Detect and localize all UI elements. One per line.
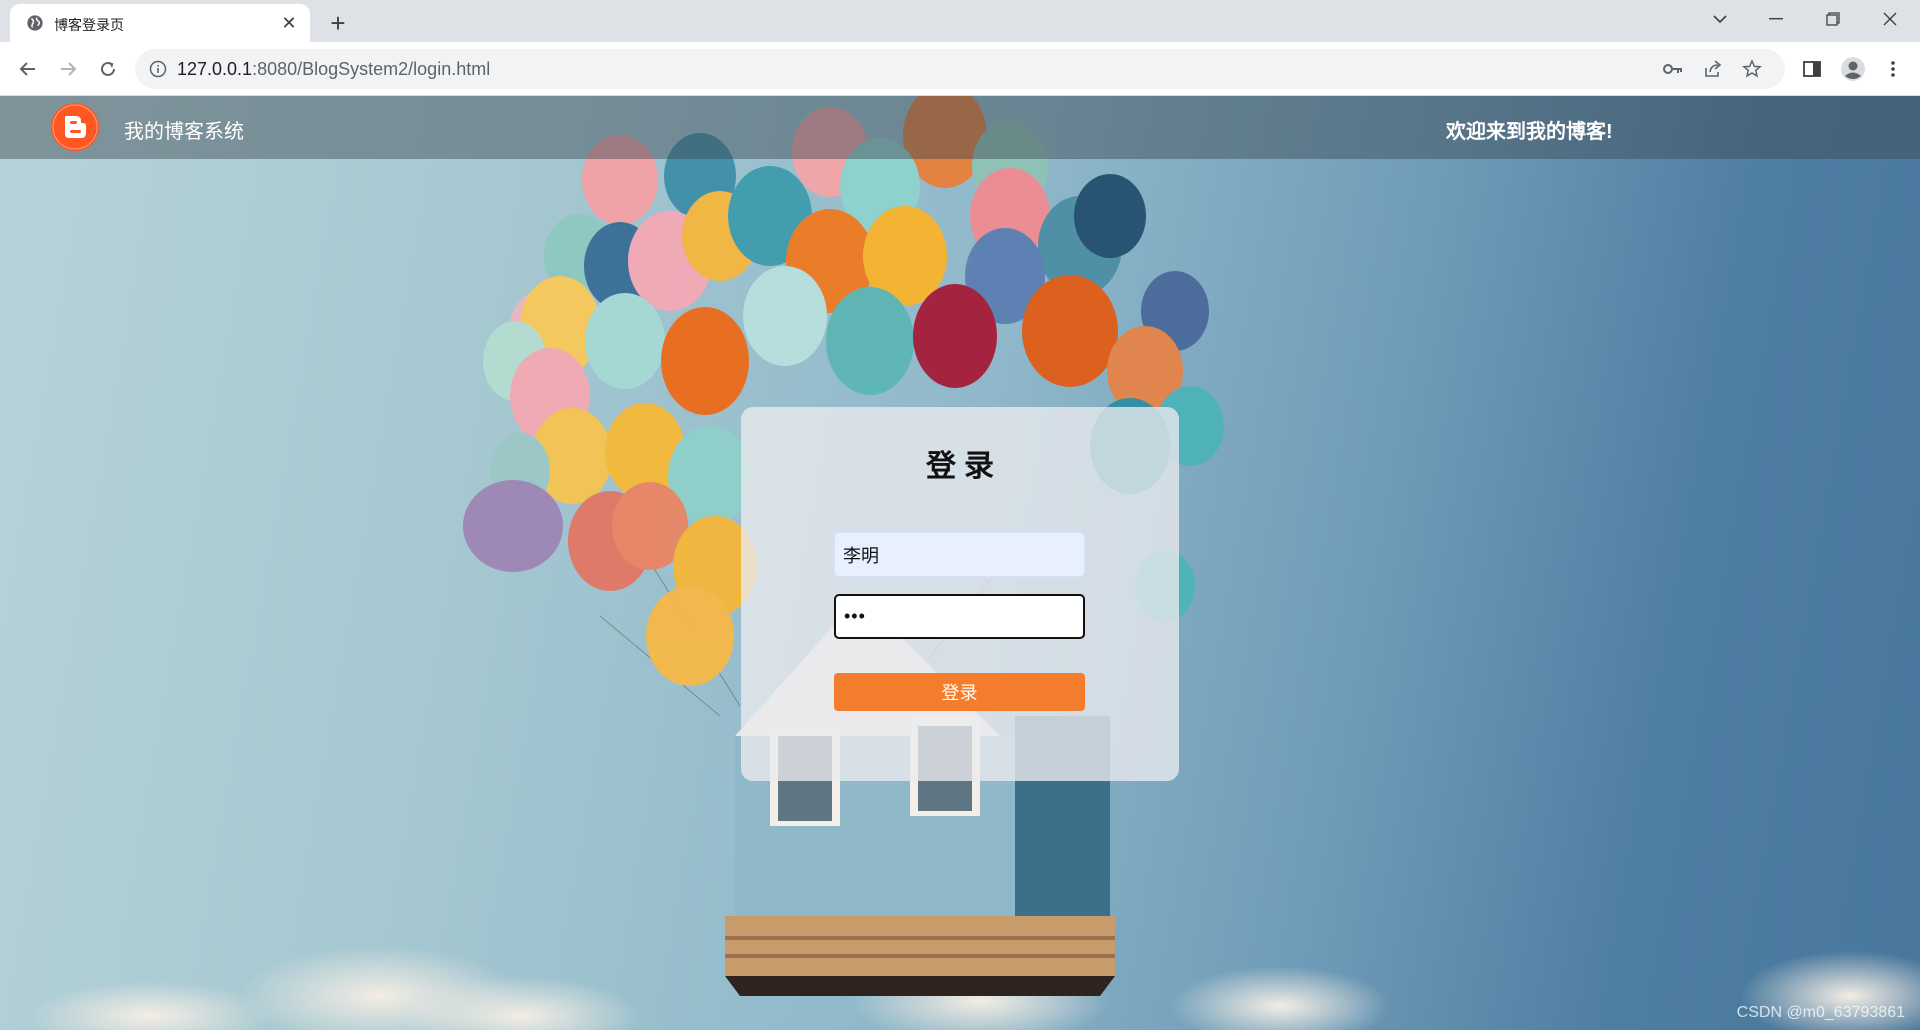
tab-title: 博客登录页 <box>54 17 124 33</box>
page-viewport: 我的博客系统 欢迎来到我的博客! 登录 登录 CSDN @m0_63793861 <box>0 96 1920 1030</box>
url-text[interactable]: 127.0.0.1:8080/BlogSystem2/login.html <box>177 59 490 80</box>
arrow-right-icon <box>61 62 77 76</box>
new-tab-button[interactable]: + <box>323 8 353 38</box>
site-name[interactable]: 我的博客系统 <box>124 115 244 144</box>
arrow-left-icon <box>19 62 35 76</box>
back-button[interactable] <box>12 53 44 85</box>
star-icon[interactable] <box>1741 58 1763 80</box>
site-navbar: 我的博客系统 欢迎来到我的博客! <box>0 96 1920 159</box>
login-title: 登录 <box>926 450 1002 483</box>
browser-toolbar: 127.0.0.1:8080/BlogSystem2/login.html <box>0 42 1920 96</box>
watermark: CSDN @m0_63793861 <box>1736 1004 1905 1021</box>
reload-button[interactable] <box>92 53 124 85</box>
username-input[interactable] <box>834 532 1085 577</box>
info-icon[interactable] <box>149 60 167 78</box>
close-window-icon[interactable] <box>1862 0 1918 38</box>
tab-strip: 博客登录页 ✕ + <box>0 0 1920 42</box>
forward-button[interactable] <box>52 53 84 85</box>
login-card: 登录 登录 <box>741 407 1179 781</box>
reload-icon <box>101 61 115 76</box>
browser-tab[interactable]: 博客登录页 ✕ <box>10 4 310 42</box>
globe-icon <box>27 15 43 31</box>
login-button[interactable]: 登录 <box>834 673 1085 711</box>
kebab-menu-icon[interactable] <box>1879 55 1907 83</box>
key-icon[interactable] <box>1662 58 1684 80</box>
password-input[interactable] <box>834 594 1085 639</box>
minimize-icon[interactable] <box>1748 0 1804 38</box>
share-icon[interactable] <box>1702 58 1724 80</box>
address-bar[interactable]: 127.0.0.1:8080/BlogSystem2/login.html <box>135 49 1785 89</box>
blogger-logo-icon[interactable] <box>50 102 100 152</box>
side-panel-icon[interactable] <box>1798 55 1826 83</box>
restore-icon[interactable] <box>1805 0 1861 38</box>
url-path: :8080/BlogSystem2/login.html <box>252 59 491 79</box>
profile-icon[interactable] <box>1839 55 1867 83</box>
welcome-text: 欢迎来到我的博客! <box>1446 121 1613 143</box>
tab-close-icon[interactable]: ✕ <box>278 12 300 34</box>
url-host: 127.0.0.1 <box>177 59 253 79</box>
tab-search-chevron-icon[interactable] <box>1692 0 1748 38</box>
